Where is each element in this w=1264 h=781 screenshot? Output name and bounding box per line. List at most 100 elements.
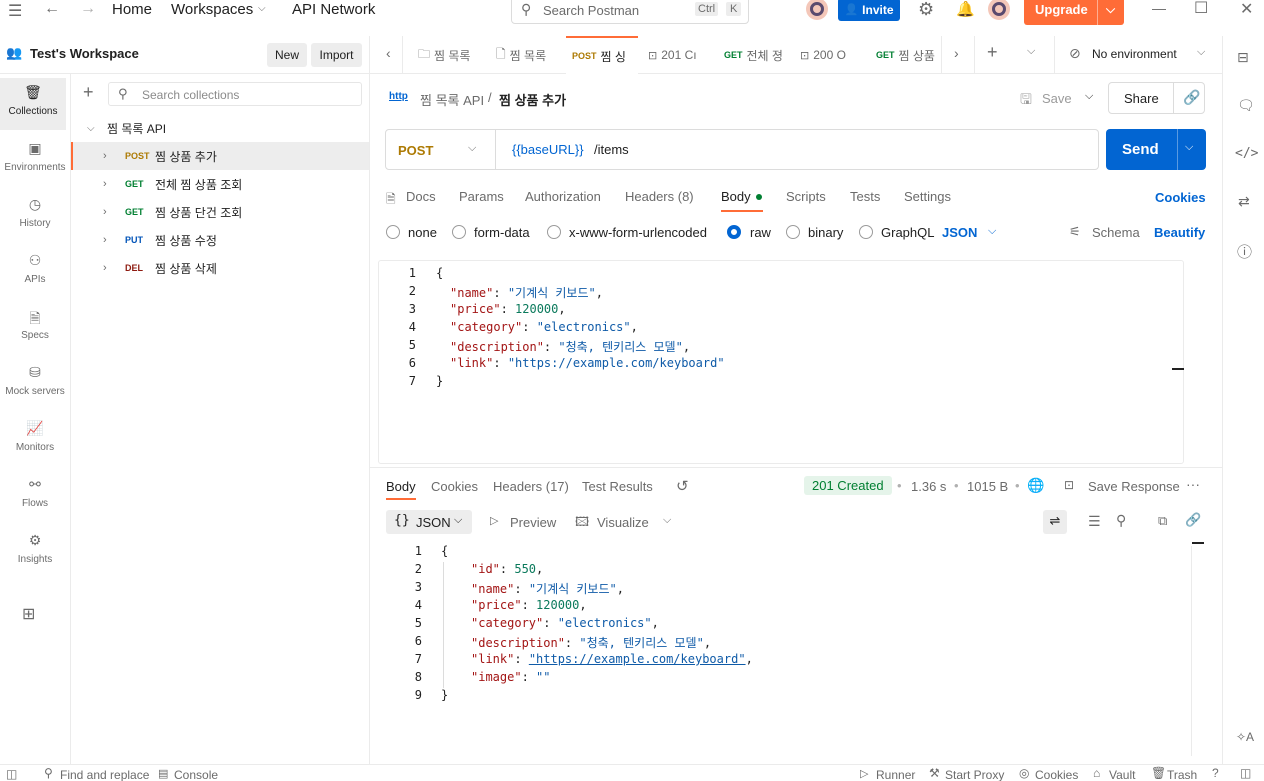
rail-specs[interactable]: 🗎 Specs xyxy=(0,302,70,354)
notification-bell-icon[interactable]: 🔔 xyxy=(956,0,975,18)
rail-insights[interactable]: ⚙ Insights xyxy=(0,526,70,578)
resp-tab-test-results[interactable]: Test Results xyxy=(582,479,653,494)
workspace-name[interactable]: Test's Workspace xyxy=(30,46,139,61)
help-icon[interactable]: ? xyxy=(1212,766,1219,780)
toggle-sidebar-icon[interactable]: ◫ xyxy=(6,767,17,781)
resp-tab-headers[interactable]: Headers (17) xyxy=(493,479,569,494)
request-item-3[interactable]: › PUT 찜 상품 수정 xyxy=(71,226,369,254)
tab-7[interactable]: GET 찜 상품 xyxy=(870,36,936,74)
console-button[interactable]: Console xyxy=(174,768,218,781)
response-time[interactable]: 1.36 s xyxy=(911,479,946,494)
runner-button[interactable]: Runner xyxy=(876,768,915,781)
radio-raw[interactable] xyxy=(727,225,741,239)
chevron-down-icon[interactable]: ⌵ xyxy=(1185,141,1193,154)
cookies-button[interactable]: Cookies xyxy=(1035,768,1078,781)
chevron-down-icon[interactable]: ⌵ xyxy=(1106,2,1115,17)
radio-none[interactable] xyxy=(386,225,400,239)
visualize-button[interactable]: Visualize xyxy=(597,515,649,530)
tab-active-post[interactable]: POST 찜 싱 xyxy=(566,36,638,74)
add-tab-icon[interactable]: + xyxy=(987,42,998,63)
resp-tab-cookies[interactable]: Cookies xyxy=(431,479,478,494)
request-item-4[interactable]: › DEL 찜 상품 삭제 xyxy=(71,254,369,282)
request-body-editor[interactable]: 1 { 2 "name": "기계식 키보드", 3 "price": 1200… xyxy=(378,260,1184,464)
import-button[interactable]: Import xyxy=(311,43,362,67)
tab-2[interactable]: 🗋 찜 목록 xyxy=(490,36,560,74)
response-size[interactable]: 1015 B xyxy=(967,479,1008,494)
request-item-1[interactable]: › GET 전체 찜 상품 조회 xyxy=(71,170,369,198)
info-icon[interactable]: ⓘ xyxy=(1237,241,1252,262)
url-input[interactable]: {{baseURL}} /items xyxy=(497,130,1097,169)
request-item-0[interactable]: › POST 찜 상품 추가 xyxy=(71,142,369,170)
tab-settings[interactable]: Settings xyxy=(904,189,951,204)
wrap-lines-icon[interactable]: ⇌ xyxy=(1043,510,1067,534)
minimize-icon[interactable]: — xyxy=(1152,0,1166,16)
share-button[interactable]: Share 🔗 xyxy=(1108,82,1205,114)
chevron-down-icon[interactable]: ⌵ xyxy=(988,225,996,238)
page-title[interactable]: 찜 상품 추가 xyxy=(499,90,566,109)
preview-button[interactable]: Preview xyxy=(510,515,556,530)
upgrade-button[interactable]: Upgrade ⌵ xyxy=(1024,0,1124,25)
tab-5[interactable]: GET 전체 졍 xyxy=(718,36,788,74)
menu-icon[interactable]: ☰ xyxy=(8,1,22,21)
comments-icon[interactable]: 🗨 xyxy=(1237,97,1255,114)
documentation-icon[interactable]: ⊟ xyxy=(1237,49,1249,66)
tabs-scroll-right-icon[interactable]: › xyxy=(954,45,959,61)
invite-button[interactable]: 👤 Invite xyxy=(838,0,900,21)
rail-monitors[interactable]: 📈 Monitors xyxy=(0,414,70,466)
start-proxy-button[interactable]: Start Proxy xyxy=(945,768,1004,781)
method-select[interactable]: POST ⌵ xyxy=(386,130,496,169)
tab-params[interactable]: Params xyxy=(459,189,504,204)
tabs-scroll-left-icon[interactable]: ‹ xyxy=(386,45,391,61)
profile-avatar[interactable] xyxy=(988,0,1010,20)
related-collections-icon[interactable]: ⇄ xyxy=(1238,193,1250,210)
link-icon[interactable]: 🔗 xyxy=(1185,512,1201,528)
rail-mock-servers[interactable]: ⛁ Mock servers xyxy=(0,358,70,410)
rail-history[interactable]: ◷ History xyxy=(0,190,70,242)
rail-environments[interactable]: ▣ Environments xyxy=(0,134,70,186)
tab-headers[interactable]: Headers (8) xyxy=(625,189,694,204)
json-link-value[interactable]: "https://example.com/keyboard" xyxy=(529,652,746,666)
collection-row[interactable]: ⌵ 찜 목록 API xyxy=(71,114,369,142)
status-badge[interactable]: 201 Created xyxy=(804,476,892,495)
radio-binary[interactable] xyxy=(786,225,800,239)
nav-workspaces[interactable]: Workspaces xyxy=(171,1,253,18)
raw-format-select[interactable]: JSON xyxy=(942,225,977,240)
global-search[interactable]: ⚲ Search Postman Ctrl K xyxy=(511,0,749,24)
vault-button[interactable]: Vault xyxy=(1109,768,1135,781)
tab-scripts[interactable]: Scripts xyxy=(786,189,826,204)
find-replace-button[interactable]: Find and replace xyxy=(60,768,149,781)
scrollbar-track[interactable] xyxy=(1191,546,1192,756)
chevron-down-icon[interactable]: ⌵ xyxy=(663,514,671,527)
rail-flows[interactable]: ⚯ Flows xyxy=(0,470,70,522)
add-collection-icon[interactable]: + xyxy=(83,82,94,103)
tab-1[interactable]: 🗀 찜 목록 xyxy=(412,36,482,74)
tabs-dropdown-icon[interactable]: ⌵ xyxy=(1027,45,1035,58)
close-icon[interactable]: ✕ xyxy=(1240,0,1253,19)
history-icon[interactable]: ↺ xyxy=(676,477,689,495)
search-icon[interactable]: ⚲ xyxy=(1116,512,1126,529)
code-icon[interactable]: </> xyxy=(1235,146,1258,161)
chevron-down-icon[interactable]: ⌵ xyxy=(1085,90,1093,103)
link-icon[interactable]: 🔗 xyxy=(1183,89,1200,106)
forward-arrow-icon[interactable]: → xyxy=(80,0,96,18)
rail-collections[interactable]: 🗑 Collections xyxy=(0,78,66,130)
radio-form-data[interactable] xyxy=(452,225,466,239)
radio-urlencoded[interactable] xyxy=(547,225,561,239)
settings-gear-icon[interactable]: ⚙ xyxy=(918,0,934,20)
response-body-viewer[interactable]: 1 { 2 "id": 550, 3 "name": "기계식 키보드", 4 … xyxy=(378,540,1204,760)
resp-tab-body[interactable]: Body xyxy=(386,479,416,494)
back-arrow-icon[interactable]: ← xyxy=(44,0,60,18)
tab-docs[interactable]: Docs xyxy=(406,189,436,204)
environment-selector[interactable]: ⊘ No environment ⌵ xyxy=(1063,36,1221,74)
new-button[interactable]: New xyxy=(267,43,307,67)
schema-button[interactable]: Schema xyxy=(1092,225,1140,240)
tab-authorization[interactable]: Authorization xyxy=(525,189,601,204)
request-item-2[interactable]: › GET 찜 상품 단건 조회 xyxy=(71,198,369,226)
response-format-select[interactable]: {} JSON ⌵ xyxy=(386,510,472,534)
copy-icon[interactable]: ⧉ xyxy=(1158,513,1167,529)
layout-toggle-icon[interactable]: ◫ xyxy=(1240,766,1251,780)
tab-6[interactable]: ⊡ 200 O xyxy=(794,36,864,74)
configure-sidebar-icon[interactable]: ⊞ xyxy=(22,604,35,624)
ai-assistant-icon[interactable]: ✧A xyxy=(1236,730,1254,744)
save-button[interactable]: 🖫 Save xyxy=(1020,84,1076,112)
